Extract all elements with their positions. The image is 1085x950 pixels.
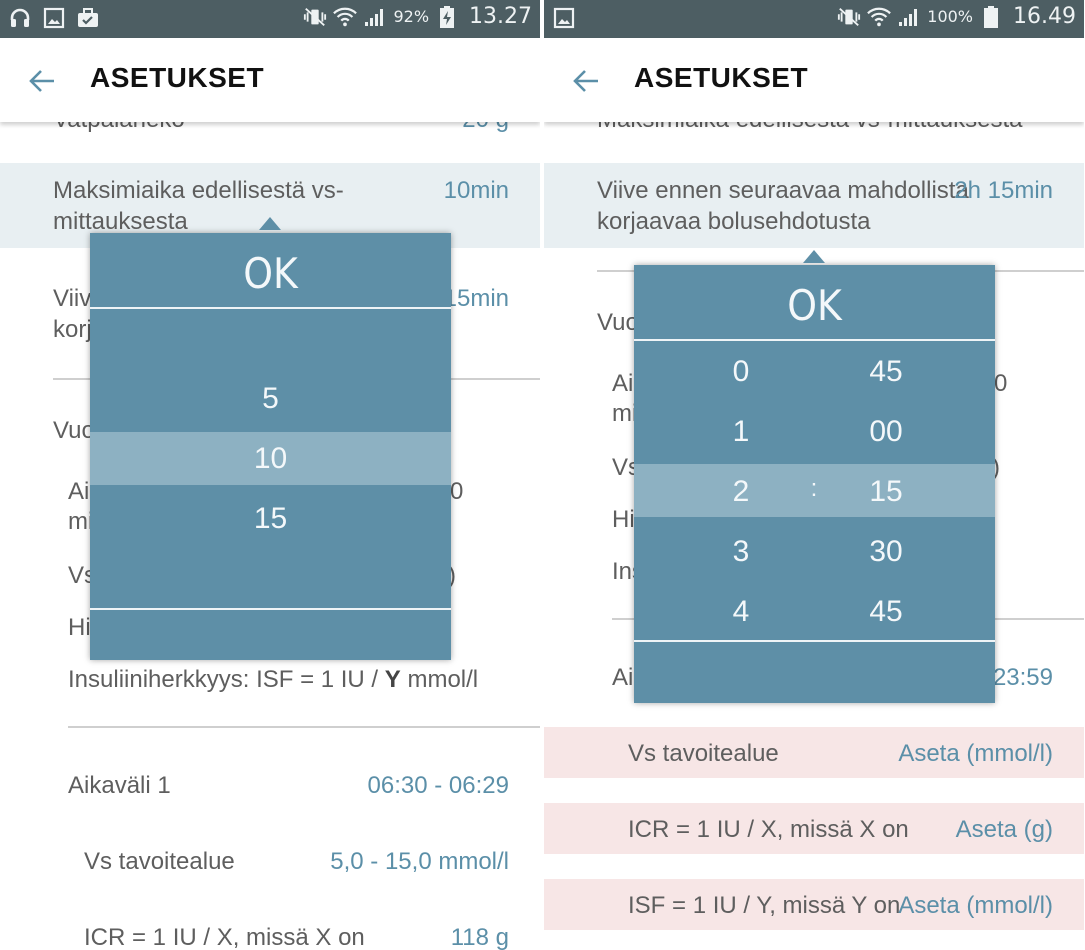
picker-top-line (634, 339, 995, 341)
isf-bold: Y (384, 666, 401, 693)
hour-item[interactable]: 1 (701, 415, 781, 449)
page-title: ASETUKSET (634, 62, 809, 93)
picker-top-line (90, 307, 451, 309)
sub-label-3: Hi (612, 506, 635, 533)
image-icon (552, 6, 576, 30)
setting-delay-value: 15min (443, 285, 509, 312)
icr-label: ICR = 1 IU / X, missä X on (84, 924, 365, 950)
back-arrow-icon[interactable] (26, 64, 60, 98)
sub-value-1: 0 (994, 370, 1008, 397)
vibrate-mute-icon (303, 5, 327, 29)
interval-value[interactable]: 06:30 - 06:29 (368, 770, 509, 801)
interval-label: Ai (612, 664, 634, 691)
target-label: Vs tavoitealue (628, 740, 779, 767)
status-bar: 92% 13.27 (0, 0, 540, 38)
hour-item[interactable]: 3 (701, 535, 781, 569)
picker-bottom-line (634, 640, 995, 642)
briefcase-check-icon (76, 6, 100, 30)
headphones-icon (8, 6, 32, 30)
right-screen: Maksimiaika edellisestä vs-mittauksesta … (544, 0, 1084, 950)
image-icon (42, 6, 66, 30)
time-separator: : (810, 475, 818, 502)
icr-value[interactable]: Aseta (g) (956, 814, 1053, 845)
isf-line: Insuliiniherkkyys: ISF = 1 IU / Y mmol/l (68, 664, 478, 695)
isf-value[interactable]: Aseta (mmol/l) (898, 890, 1053, 921)
clock: 13.27 (469, 4, 532, 29)
hour-item[interactable]: 4 (701, 595, 781, 629)
setting-delay-label-2: korjaavaa bolusehdotusta (597, 208, 871, 235)
picker-pointer (803, 250, 825, 263)
setting-delay-label-2: korj (53, 316, 92, 343)
target-value[interactable]: 5,0 - 15,0 mmol/l (330, 846, 509, 877)
hour-item[interactable]: 0 (701, 355, 781, 389)
wifi-icon (333, 5, 358, 29)
clock: 16.49 (1013, 4, 1076, 29)
sub-label-3: Hi (68, 614, 91, 641)
setting-delay-label-1: Viiv (53, 285, 92, 312)
wifi-icon (867, 5, 892, 29)
picker-ok-button[interactable]: OK (634, 281, 995, 330)
picker-pointer (259, 217, 281, 230)
hour-item-selected[interactable]: 2 (701, 475, 781, 509)
icr-value[interactable]: 118 g (451, 922, 509, 950)
interval-label: Aikaväli 1 (68, 772, 171, 799)
app-bar: ASETUKSET (544, 38, 1084, 122)
icr-label: ICR = 1 IU / X, missä X on (628, 816, 909, 843)
target-value[interactable]: Aseta (mmol/l) (898, 738, 1053, 769)
divider (68, 726, 540, 728)
signal-icon (897, 5, 921, 29)
setting-delay-value: 2h 15min (954, 177, 1053, 204)
interval-value[interactable]: 23:59 (993, 662, 1053, 693)
back-arrow-icon[interactable] (570, 64, 604, 98)
app-bar: ASETUKSET (0, 38, 540, 122)
status-bar: 100% 16.49 (544, 0, 1084, 38)
picker-item[interactable]: 15 (90, 502, 451, 536)
left-screen: Vatpalaneko 20 g Maksimiaika edellisestä… (0, 0, 540, 950)
minute-item-selected[interactable]: 15 (846, 475, 926, 509)
setting-delay-label-1: Viive ennen seuraavaa mahdollista (597, 177, 969, 204)
minute-item[interactable]: 00 (846, 415, 926, 449)
sub-value-1: 0 (450, 478, 464, 505)
isf-prefix: Insuliiniherkkyys: ISF = 1 IU / (68, 666, 385, 693)
battery-percent: 100% (927, 7, 974, 26)
section-header: Vuo (597, 309, 639, 336)
signal-icon (363, 5, 387, 29)
battery-charging-icon (435, 5, 459, 29)
time-picker[interactable]: OK 0 1 2 3 4 : 45 00 15 30 45 (634, 265, 995, 703)
isf-suffix: mmol/l (400, 666, 479, 693)
minute-item[interactable]: 45 (846, 595, 926, 629)
isf-label: ISF = 1 IU / Y, missä Y on (628, 892, 901, 919)
vibrate-mute-icon (837, 5, 861, 29)
picker-item[interactable]: 5 (90, 382, 451, 416)
battery-percent: 92% (393, 7, 430, 26)
setting-max-time-label-1: Maksimiaika edellisestä vs- (53, 177, 344, 204)
picker-bottom-line (90, 608, 451, 610)
page-title: ASETUKSET (90, 62, 265, 93)
picker-item-selected[interactable]: 10 (90, 442, 451, 476)
section-header: Vuo (53, 417, 95, 444)
picker-ok-button[interactable]: OK (90, 249, 451, 298)
minute-picker[interactable]: OK 5 10 15 (90, 233, 451, 660)
minute-item[interactable]: 45 (846, 355, 926, 389)
minute-item[interactable]: 30 (846, 535, 926, 569)
battery-full-icon (979, 5, 1003, 29)
setting-max-time-value: 10min (443, 177, 509, 204)
target-label: Vs tavoitealue (84, 848, 235, 875)
